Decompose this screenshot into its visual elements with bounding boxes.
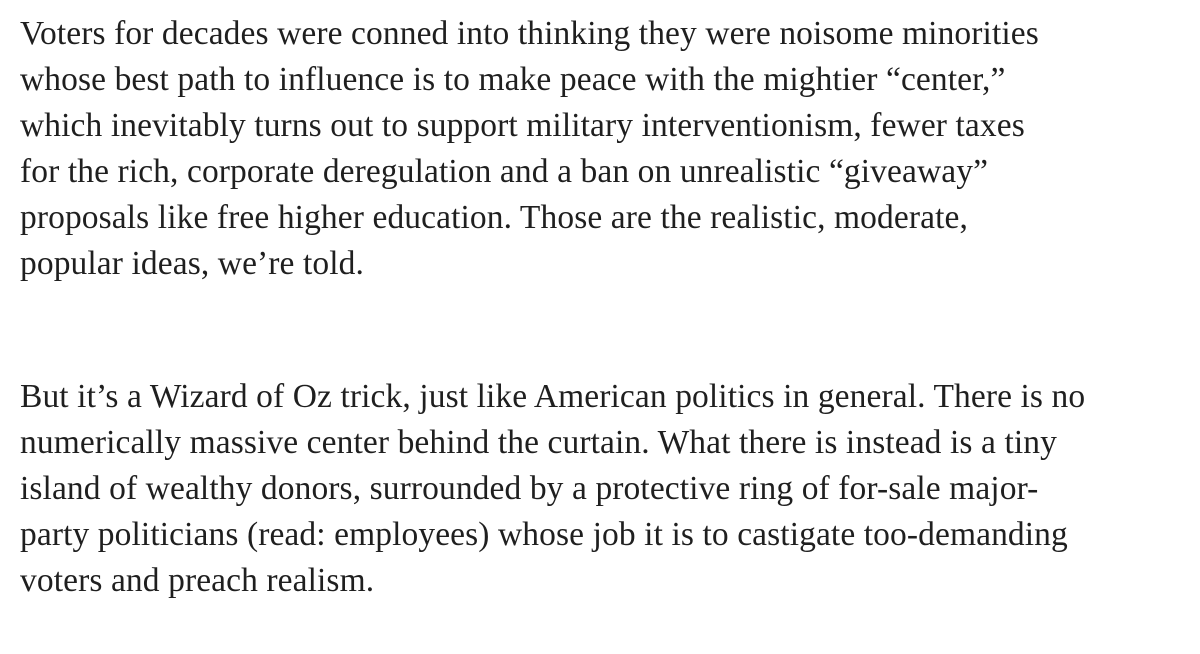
paragraph-line: But it’s a Wizard of Oz trick, just like… <box>20 378 1086 415</box>
paragraph-line: voters and preach realism. <box>20 562 375 599</box>
paragraph-line: Voters for decades were conned into thin… <box>20 15 1039 52</box>
paragraph-line: which inevitably turns out to support mi… <box>20 107 1025 144</box>
paragraph-2: But it’s a Wizard of Oz trick, just like… <box>20 374 1085 604</box>
paragraph-1: Voters for decades were conned into thin… <box>20 11 1039 287</box>
paragraph-line: party politicians (read: employees) whos… <box>20 516 1068 553</box>
paragraph-line: proposals like free higher education. Th… <box>20 199 968 236</box>
paragraph-line: for the rich, corporate deregulation and… <box>20 153 989 190</box>
paragraph-line: popular ideas, we’re told. <box>20 245 364 282</box>
paragraph-line: numerically massive center behind the cu… <box>20 424 1057 461</box>
paragraph-line: whose best path to influence is to make … <box>20 61 1006 98</box>
paragraph-line: island of wealthy donors, surrounded by … <box>20 470 1039 507</box>
